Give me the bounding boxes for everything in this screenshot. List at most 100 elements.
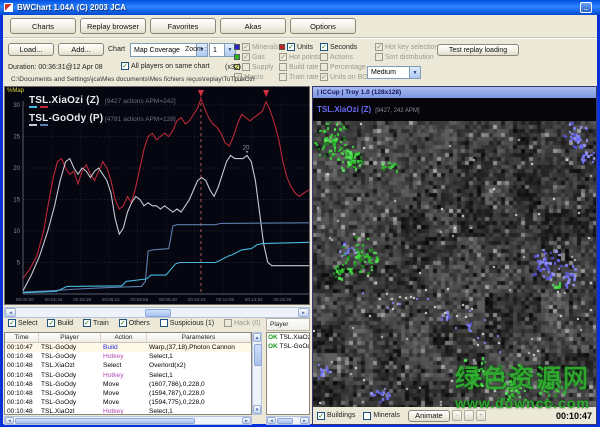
- checkbox-label: Suspicious (1): [170, 320, 214, 327]
- player-name: TSL.XiaOzI: [280, 334, 310, 341]
- tab-charts[interactable]: Charts: [10, 18, 76, 34]
- scroll-left-icon[interactable]: ◂: [5, 417, 14, 424]
- checkbox-label: Buildings: [327, 412, 355, 419]
- map-caption: | ICCup | Troy 1.0 (128x128): [313, 87, 596, 98]
- minimap-canvas[interactable]: [313, 121, 596, 407]
- checkbox-label: Minerals: [373, 412, 399, 419]
- checkbox-label: Others: [129, 320, 150, 327]
- table-row[interactable]: 00:10:48TSL-GoOdyHotkeySelect,1: [5, 352, 251, 361]
- checkbox[interactable]: [160, 319, 168, 327]
- minimize-button[interactable]: _: [580, 2, 592, 13]
- checkbox-label: Percentage: [330, 64, 366, 71]
- scroll-up-icon[interactable]: ▴: [253, 333, 261, 342]
- checkbox: [242, 63, 250, 71]
- column-header-player[interactable]: Player: [39, 333, 101, 342]
- checkbox[interactable]: [363, 412, 371, 420]
- svg-text:25: 25: [13, 135, 20, 141]
- y-axis-title: %Map: [7, 88, 24, 94]
- scroll-left-icon[interactable]: ◂: [267, 417, 276, 424]
- option-seconds[interactable]: ✓Seconds: [320, 43, 357, 51]
- option-units[interactable]: ✓Units: [279, 43, 313, 51]
- checkbox[interactable]: ✓: [119, 319, 127, 327]
- cell-parameters: Select,1: [147, 371, 251, 380]
- events-vscrollbar[interactable]: ▴ ▾: [252, 332, 262, 415]
- table-row[interactable]: 00:10:48TSL-GoOdyMove(1594,787),0,228,0: [5, 389, 251, 398]
- scroll-right-icon[interactable]: ▸: [242, 417, 251, 424]
- checkbox-label: Sort distribution: [385, 54, 434, 61]
- cell-time: 00:10:48: [5, 380, 39, 389]
- zoom-select[interactable]: 1 ▼: [209, 43, 236, 57]
- cell-time: 00:10:48: [5, 389, 39, 398]
- title-bar[interactable]: BWChart 1.04A (C) 2003 JCA _: [0, 0, 600, 15]
- checkbox[interactable]: ✓: [121, 62, 129, 70]
- filter-others[interactable]: ✓Others: [119, 319, 150, 327]
- playback-button[interactable]: -: [452, 410, 462, 421]
- minimap-player-list: TSL.XiaOzi (Z)[9427, 242 APM]TSL-GoOdy (…: [313, 98, 596, 121]
- player-list-hscrollbar[interactable]: ◂ ▸: [266, 416, 310, 425]
- events-table[interactable]: TimePlayerActionParameters 00:10:47TSL-G…: [4, 332, 252, 415]
- checkbox[interactable]: ✓: [8, 319, 16, 327]
- cell-action: Select: [101, 361, 147, 370]
- load-button[interactable]: Load...: [8, 43, 54, 56]
- cell-parameters: (1594,775),0,228,0: [147, 398, 251, 407]
- scroll-left-icon[interactable]: ◂: [5, 308, 16, 317]
- column-header-parameters[interactable]: Parameters: [147, 333, 251, 342]
- svg-text:00:15:36: 00:15:36: [273, 297, 291, 302]
- player-status-row[interactable]: OK TSL.XiaOzI: [267, 333, 309, 342]
- svg-text:00:01:44: 00:01:44: [45, 297, 63, 302]
- animate-button[interactable]: Animate: [408, 410, 450, 422]
- minerals-checkbox[interactable]: Minerals: [363, 412, 399, 420]
- tab-options[interactable]: Options: [290, 18, 356, 34]
- checkbox[interactable]: ✓: [320, 43, 328, 51]
- table-row[interactable]: 00:10:47TSL-GoOdyBuildWarp,(37,18),Photo…: [5, 343, 251, 352]
- scroll-right-icon[interactable]: ▸: [300, 417, 309, 424]
- test-replay-loading-button[interactable]: Test replay loading: [437, 44, 519, 56]
- playback-button[interactable]: +: [476, 410, 486, 421]
- checkbox[interactable]: ✓: [47, 319, 55, 327]
- checkbox[interactable]: ✓: [83, 319, 91, 327]
- checkbox[interactable]: ✓: [317, 412, 325, 420]
- scrollbar-thumb[interactable]: [145, 309, 171, 317]
- scroll-right-icon[interactable]: ▸: [298, 308, 309, 317]
- filter-train[interactable]: ✓Train: [83, 319, 109, 327]
- scrollbar-thumb[interactable]: [15, 418, 195, 424]
- scrollbar-thumb[interactable]: [254, 344, 262, 366]
- chart-panel[interactable]: 5101520253000:00:0000:01:4400:03:2800:05…: [4, 86, 310, 305]
- table-row[interactable]: 00:10:48TSL-GoOdyMove(1607,786),0,228,0: [5, 380, 251, 389]
- table-row[interactable]: 00:10:48TSL-GoOdyMove(1594,775),0,228,0: [5, 398, 251, 407]
- tab-favorites[interactable]: Favorites: [150, 18, 216, 34]
- tab-akas[interactable]: Akas: [220, 18, 286, 34]
- tab-replay-browser[interactable]: Replay browser: [80, 18, 146, 34]
- tab-bar: ChartsReplay browserFavoritesAkasOptions: [10, 18, 356, 34]
- player-status-list[interactable]: OK TSL.XiaOzIOK TSL-GoOdy: [266, 332, 310, 415]
- player-apm-info: [9427, 242 APM]: [375, 108, 419, 114]
- checkbox-label: Minerals: [252, 44, 278, 51]
- table-row[interactable]: 00:10:48TSL.XiaOzIHotkeySelect,1: [5, 407, 251, 415]
- cell-action: Build: [101, 343, 147, 352]
- chart-hscrollbar[interactable]: ◂ ▸: [4, 307, 310, 318]
- events-hscrollbar[interactable]: ◂ ▸: [4, 416, 252, 425]
- same-chart-checkbox[interactable]: ✓ All players on same chart: [121, 62, 210, 70]
- filter-suspicious-1-[interactable]: Suspicious (1): [160, 319, 214, 327]
- chevron-down-icon[interactable]: ▼: [409, 67, 420, 78]
- scrollbar-thumb[interactable]: [277, 418, 293, 424]
- checkbox-label: All players on same chart: [131, 63, 210, 70]
- player-status-row[interactable]: OK TSL-GoOdy: [267, 342, 309, 351]
- add-button[interactable]: Add...: [58, 43, 104, 56]
- checkbox-label: Actions: [330, 54, 353, 61]
- filter-build[interactable]: ✓Build: [47, 319, 73, 327]
- scroll-down-icon[interactable]: ▾: [253, 405, 261, 414]
- column-header-time[interactable]: Time: [5, 333, 39, 342]
- filter-select[interactable]: ✓Select: [8, 319, 37, 327]
- playback-button[interactable]: ·: [464, 410, 474, 421]
- option-sort-distribution: Sort distribution: [375, 53, 434, 61]
- checkbox-label: Train rate: [289, 74, 319, 81]
- buildings-checkbox[interactable]: ✓ Buildings: [317, 412, 355, 420]
- detail-select[interactable]: Medium ▼: [367, 66, 421, 79]
- table-row[interactable]: 00:10:48TSL.XiaOzISelectOverlord(x2): [5, 361, 251, 370]
- table-row[interactable]: 00:10:48TSL-GoOdyHotkeySelect,1: [5, 371, 251, 380]
- cell-time: 00:10:47: [5, 343, 39, 352]
- column-header-action[interactable]: Action: [101, 333, 147, 342]
- checkbox[interactable]: ✓: [287, 43, 295, 51]
- events-table-header[interactable]: TimePlayerActionParameters: [5, 333, 251, 343]
